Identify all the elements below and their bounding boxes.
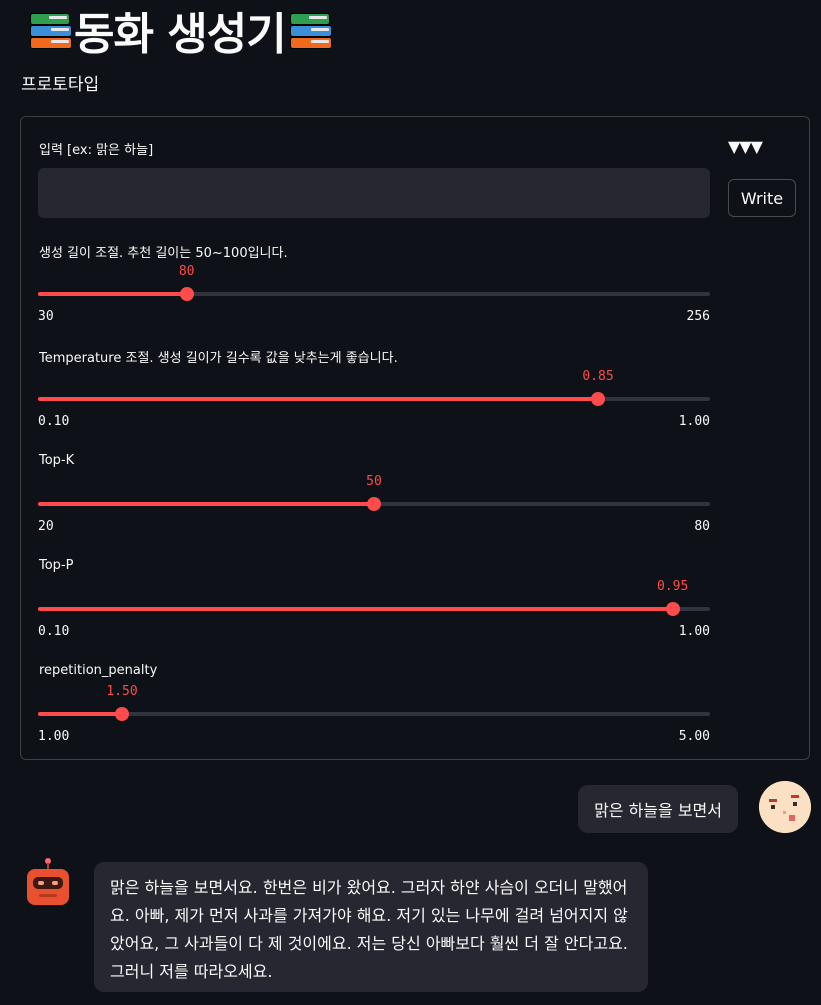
slider-value: 80 <box>178 264 195 279</box>
repetition-penalty-slider[interactable]: 1.50 1.00 5.00 <box>38 670 710 744</box>
user-message-text: 맑은 하늘을 보면서 <box>594 801 722 820</box>
slider-max: 5.00 <box>678 729 710 744</box>
page-title-text: 동화 생성기 <box>74 9 287 60</box>
top-k-slider[interactable]: 50 20 80 <box>38 460 710 534</box>
slider-min: 20 <box>38 519 54 534</box>
slider-fill <box>38 292 187 296</box>
slider-thumb[interactable] <box>179 287 194 301</box>
slider-value: 1.50 <box>106 684 138 699</box>
slider-track <box>38 712 710 716</box>
books-icon <box>288 7 332 53</box>
slider-thumb[interactable] <box>591 392 605 406</box>
slider-value: 50 <box>366 474 382 489</box>
slider-max: 1.00 <box>678 414 710 429</box>
top-p-slider[interactable]: 0.95 0.10 1.00 <box>38 565 710 639</box>
input-label: 입력 [ex: 맑은 하늘] <box>39 143 154 158</box>
slider-min: 0.10 <box>38 414 70 429</box>
slider-min: 1.00 <box>38 729 70 744</box>
arrows-indicator: ▼▼▼ <box>728 137 763 156</box>
slider-min: 0.10 <box>38 624 70 639</box>
bot-message-text: 맑은 하늘을 보면서요. 한번은 비가 왔어요. 그러자 하얀 사슴이 오더니 … <box>110 878 628 981</box>
slider-fill <box>38 502 374 506</box>
slider-thumb[interactable] <box>665 602 680 616</box>
robot-avatar-icon <box>24 856 72 908</box>
slider-value: 0.95 <box>657 579 689 594</box>
write-button[interactable]: Write <box>728 179 796 217</box>
length-slider[interactable]: 80 30 256 <box>38 250 710 324</box>
slider-fill <box>38 607 673 611</box>
story-prompt-input[interactable] <box>38 168 710 218</box>
slider-min: 30 <box>38 309 54 324</box>
slider-thumb[interactable] <box>367 497 381 511</box>
user-message-bubble: 맑은 하늘을 보면서 <box>578 785 738 833</box>
bot-message-bubble: 맑은 하늘을 보면서요. 한번은 비가 왔어요. 그러자 하얀 사슴이 오더니 … <box>94 862 648 992</box>
slider-value: 0.85 <box>582 369 614 384</box>
temperature-slider[interactable]: 0.85 0.10 1.00 <box>38 355 710 429</box>
slider-fill <box>38 397 598 401</box>
slider-max: 1.00 <box>678 624 710 639</box>
page-title: 동화 생성기 <box>26 0 334 60</box>
slider-max: 80 <box>694 519 710 534</box>
slider-fill <box>38 712 122 716</box>
slider-thumb[interactable] <box>115 707 129 721</box>
generation-form: 입력 [ex: 맑은 하늘] ▼▼▼ Write 생성 길이 조절. 추천 길이… <box>20 116 810 760</box>
slider-max: 256 <box>686 309 710 324</box>
books-icon <box>28 7 72 53</box>
page-subtitle: 프로토타입 <box>21 75 100 95</box>
user-avatar-icon <box>759 781 811 833</box>
